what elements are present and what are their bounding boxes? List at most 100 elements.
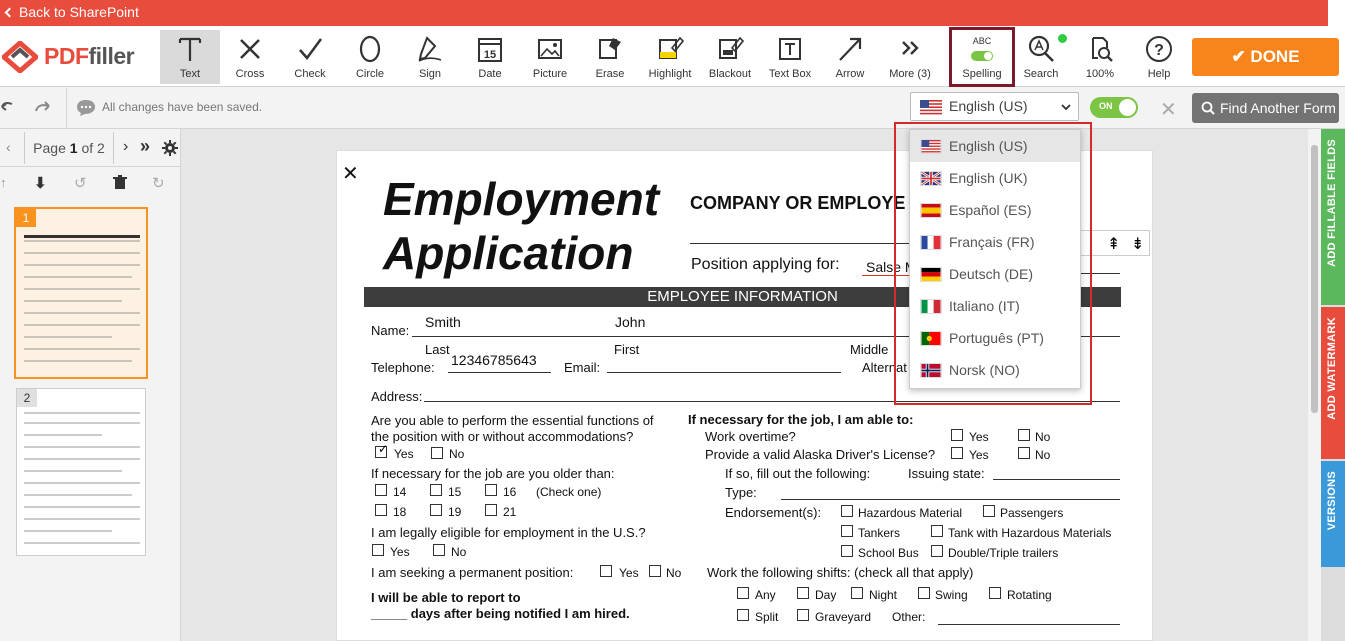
passengers-checkbox[interactable] <box>983 505 995 517</box>
gear-icon[interactable] <box>162 140 178 156</box>
trash-icon[interactable] <box>113 175 127 190</box>
search-button[interactable]: Search <box>1011 30 1071 84</box>
license-label: Provide a valid Alaska Driver's License? <box>705 447 936 462</box>
arrow-tool-button[interactable]: Arrow <box>820 30 880 84</box>
page-thumbnail-1[interactable]: 1 <box>14 207 148 379</box>
age-16-checkbox[interactable] <box>485 484 497 496</box>
back-to-sharepoint-link[interactable]: Back to SharePoint <box>0 0 1328 26</box>
license-yes-checkbox[interactable] <box>951 447 963 459</box>
find-form-label: Find Another Form <box>1220 100 1336 116</box>
shift-swing-checkbox[interactable] <box>918 587 930 599</box>
blackout-tool-button[interactable]: Blackout <box>700 30 760 84</box>
tank-hazmat-checkbox[interactable] <box>931 525 943 537</box>
prev-page-icon[interactable]: ‹ <box>6 139 11 155</box>
text-tool-button[interactable]: Text <box>160 30 220 84</box>
school-bus-checkbox[interactable] <box>841 545 853 557</box>
age-14-checkbox[interactable] <box>375 484 387 496</box>
rotate-left-icon[interactable]: ↺ <box>74 174 87 192</box>
textbox-tool-label: Text Box <box>768 68 812 80</box>
yes-label: Yes <box>619 566 639 580</box>
decrease-font-icon[interactable]: ⇟ <box>1131 234 1144 254</box>
done-button[interactable]: ✔ DONE <box>1192 38 1339 76</box>
zoom-icon <box>1092 37 1113 62</box>
date-tool-button[interactable]: 15 Date <box>460 30 520 84</box>
overtime-yes-checkbox[interactable] <box>951 429 963 441</box>
next-page-icon[interactable]: › <box>123 138 128 156</box>
last-page-icon[interactable]: » <box>140 136 150 157</box>
spellcheck-toggle[interactable]: ON <box>1090 97 1138 118</box>
essential-no-checkbox[interactable] <box>431 447 443 459</box>
age-21-checkbox[interactable] <box>485 504 497 516</box>
age-14-label: 14 <box>393 485 407 499</box>
form-title-line2: Application <box>383 227 634 279</box>
spelling-toggle-icon <box>971 51 993 61</box>
move-up-icon[interactable]: ↑ <box>0 175 7 190</box>
permanent-yes-checkbox[interactable] <box>600 565 612 577</box>
shift-graveyard-checkbox[interactable] <box>797 609 809 621</box>
spelling-button[interactable]: ABC Spelling <box>949 27 1015 87</box>
zoom-button[interactable]: 100% <box>1070 30 1130 84</box>
age-18-checkbox[interactable] <box>375 504 387 516</box>
find-another-form-button[interactable]: Find Another Form <box>1192 93 1339 123</box>
undo-icon[interactable] <box>0 99 14 115</box>
add-watermark-tab[interactable]: ADD WATERMARK <box>1321 307 1345 459</box>
check-icon <box>299 38 323 60</box>
double-triple-checkbox[interactable] <box>931 545 943 557</box>
textbox-tool-button[interactable]: Text Box <box>760 30 820 84</box>
done-label: DONE <box>1250 47 1300 66</box>
shift-rotating-checkbox[interactable] <box>989 587 1001 599</box>
language-select[interactable]: English (US) <box>910 92 1079 121</box>
svg-text:?: ? <box>1154 42 1164 59</box>
permanent-no-checkbox[interactable] <box>649 565 661 577</box>
essential-yes-checkbox[interactable]: ✓ <box>375 442 388 458</box>
check-one-label: (Check one) <box>536 485 602 499</box>
shift-any-checkbox[interactable] <box>737 587 749 599</box>
close-field-icon[interactable]: ✕ <box>342 161 359 186</box>
telephone-value[interactable]: 12346785643 <box>451 352 537 368</box>
search-status-dot <box>1058 34 1067 43</box>
circle-icon <box>359 35 381 63</box>
erase-tool-button[interactable]: Erase <box>580 30 640 84</box>
shifts-label: Work the following shifts: (check all th… <box>707 565 974 580</box>
move-down-icon[interactable]: ⬇ <box>34 174 47 192</box>
highlight-tool-button[interactable]: Highlight <box>640 30 700 84</box>
hazmat-checkbox[interactable] <box>841 505 853 517</box>
versions-tab[interactable]: VERSIONS <box>1321 461 1345 567</box>
position-label: Position applying for: <box>691 256 840 273</box>
shift-night-checkbox[interactable] <box>851 587 863 599</box>
eraser-icon <box>599 38 621 59</box>
shift-night-label: Night <box>869 588 898 602</box>
close-icon[interactable]: ✕ <box>1160 97 1177 122</box>
page-thumbnail-2[interactable]: 2 <box>16 388 146 556</box>
question-age: If necessary for the job are you older t… <box>371 466 615 481</box>
redo-icon[interactable] <box>34 99 52 115</box>
more-tools-button[interactable]: More (3) <box>880 30 940 84</box>
help-button[interactable]: ? Help <box>1129 30 1189 84</box>
rotate-right-icon[interactable]: ↻ <box>152 174 165 192</box>
text-tool-label: Text <box>179 68 201 80</box>
check-tool-button[interactable]: Check <box>280 30 340 84</box>
picture-tool-button[interactable]: Picture <box>520 30 580 84</box>
shift-rotating-label: Rotating <box>1007 588 1052 602</box>
shift-split-checkbox[interactable] <box>737 609 749 621</box>
chevron-down-icon <box>1061 104 1071 111</box>
fill-following-label: If so, fill out the following: <box>725 466 871 481</box>
add-fillable-fields-tab[interactable]: ADD FILLABLE FIELDS <box>1321 129 1345 305</box>
shift-day-checkbox[interactable] <box>797 587 809 599</box>
first-name-value[interactable]: John <box>615 314 645 330</box>
last-name-value[interactable]: Smith <box>425 314 461 330</box>
document-scrollbar[interactable] <box>1308 129 1321 641</box>
cross-tool-button[interactable]: Cross <box>220 30 280 84</box>
age-19-checkbox[interactable] <box>430 504 442 516</box>
overtime-no-checkbox[interactable] <box>1018 429 1030 441</box>
age-15-checkbox[interactable] <box>430 484 442 496</box>
license-no-checkbox[interactable] <box>1018 447 1030 459</box>
circle-tool-button[interactable]: Circle <box>340 30 400 84</box>
tankers-checkbox[interactable] <box>841 525 853 537</box>
eligible-yes-checkbox[interactable] <box>372 544 384 556</box>
cross-tool-label: Cross <box>235 68 265 80</box>
question-eligible: I am legally eligible for employment in … <box>371 525 646 540</box>
sign-tool-button[interactable]: Sign <box>400 30 460 84</box>
increase-font-icon[interactable]: ⇞ <box>1107 234 1120 254</box>
eligible-no-checkbox[interactable] <box>433 544 445 556</box>
